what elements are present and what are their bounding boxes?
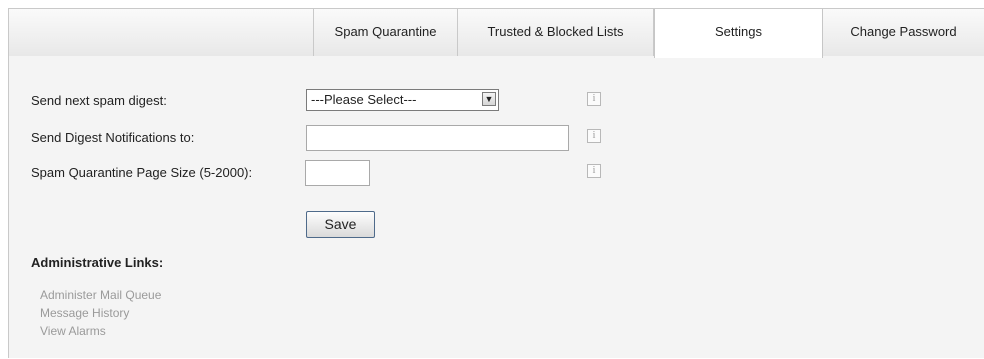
digest-select[interactable]: ---Please Select--- ▼ [306, 89, 499, 111]
digest-label: Send next spam digest: [31, 93, 167, 108]
save-button[interactable]: Save [306, 211, 375, 238]
admin-link-message-history[interactable]: Message History [40, 306, 129, 320]
info-icon[interactable]: i [587, 92, 601, 106]
tab-spacer [9, 9, 314, 56]
admin-link-mail-queue[interactable]: Administer Mail Queue [40, 288, 161, 302]
digest-select-value: ---Please Select--- [311, 92, 417, 107]
chevron-down-icon[interactable]: ▼ [482, 92, 496, 106]
tab-change-password[interactable]: Change Password [823, 9, 984, 56]
info-icon[interactable]: i [587, 129, 601, 143]
settings-panel: Spam Quarantine Trusted & Blocked Lists … [8, 8, 984, 358]
pagesize-field[interactable] [305, 160, 370, 186]
tab-settings[interactable]: Settings [654, 9, 823, 58]
info-icon[interactable]: i [587, 164, 601, 178]
tab-spam-quarantine[interactable]: Spam Quarantine [314, 9, 458, 56]
admin-link-view-alarms[interactable]: View Alarms [40, 324, 106, 338]
settings-form: Send next spam digest: ---Please Select-… [9, 69, 984, 359]
pagesize-label: Spam Quarantine Page Size (5-2000): [31, 165, 253, 180]
notify-email-field[interactable] [306, 125, 569, 151]
admin-links-heading: Administrative Links: [31, 255, 164, 270]
notify-label: Send Digest Notifications to: [31, 130, 195, 145]
tab-trusted-blocked-lists[interactable]: Trusted & Blocked Lists [458, 9, 654, 56]
tab-bar: Spam Quarantine Trusted & Blocked Lists … [9, 9, 984, 58]
